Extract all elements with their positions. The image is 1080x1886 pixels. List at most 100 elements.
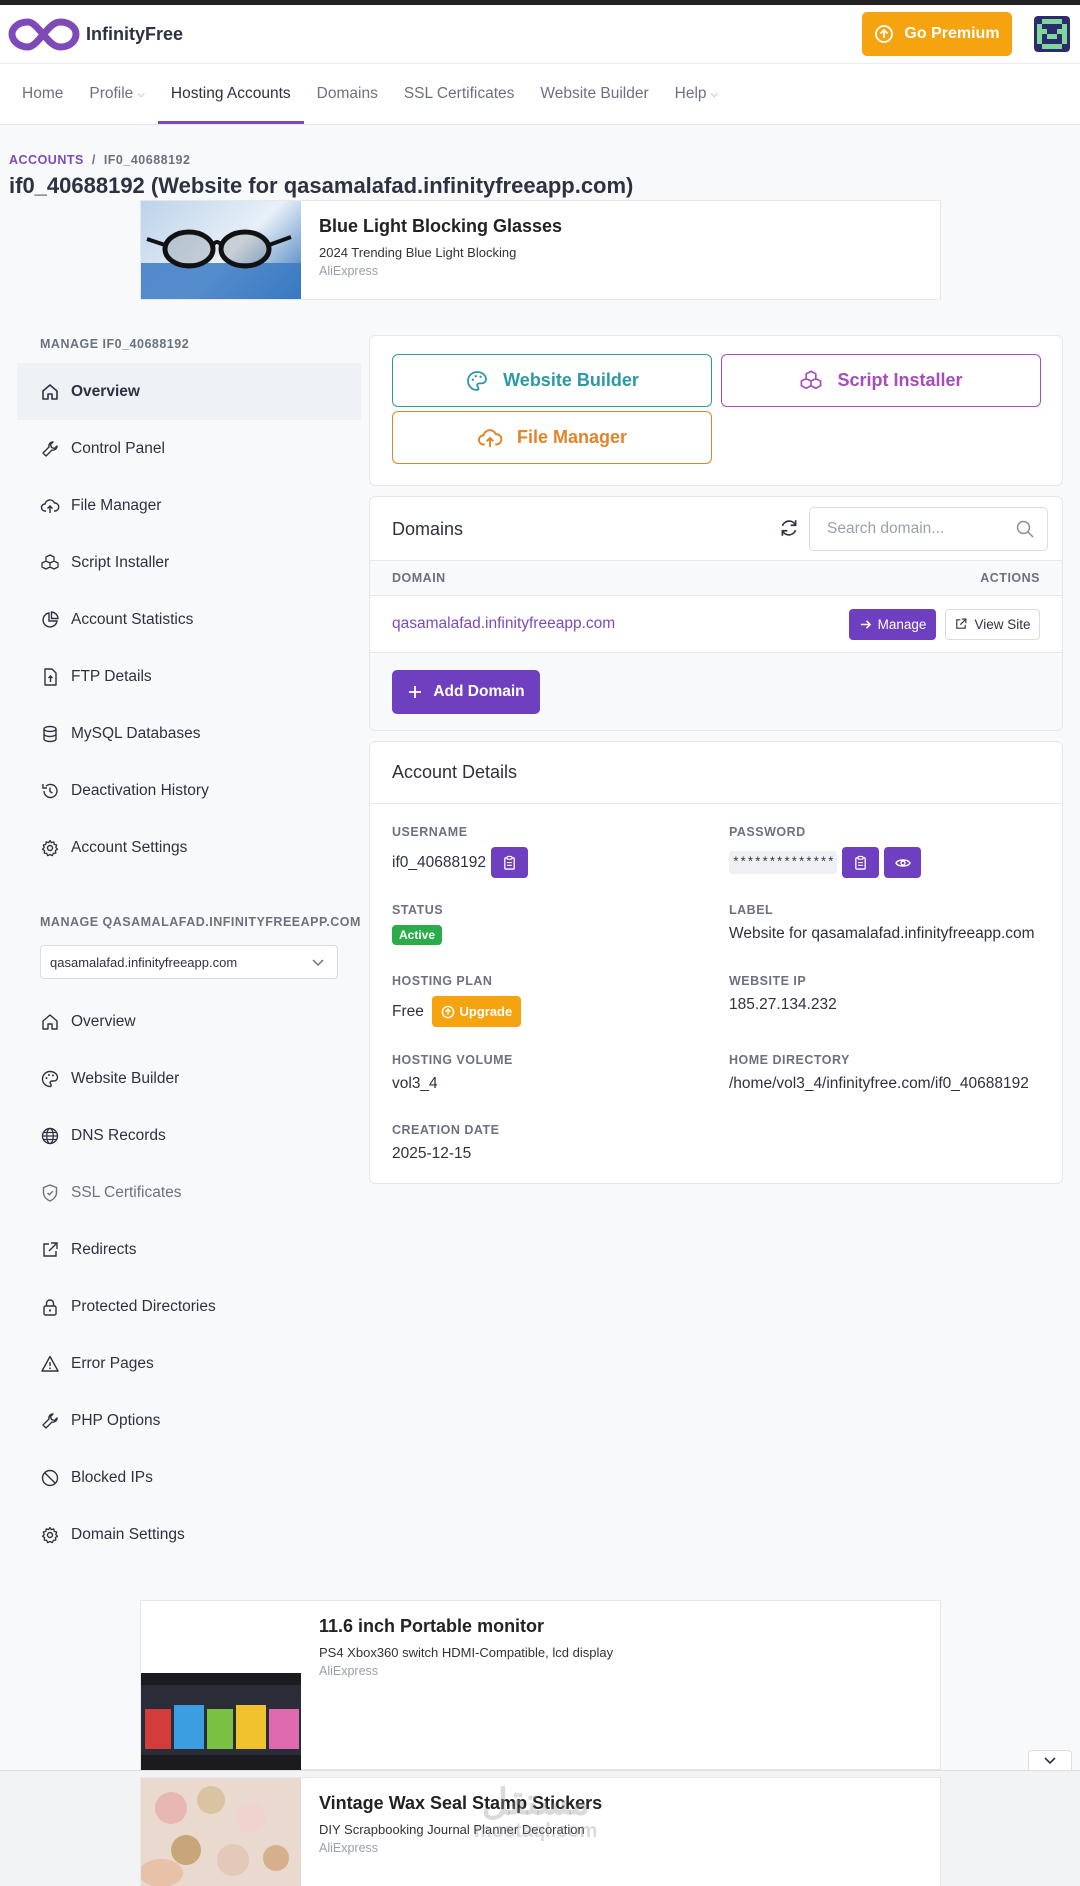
search-icon[interactable]	[1015, 519, 1035, 539]
hosting-plan-label: HOSTING PLAN	[392, 974, 493, 988]
hosting-plan-value: Free	[392, 1002, 424, 1020]
nav-website-builder[interactable]: Website Builder	[527, 64, 661, 124]
domain-select[interactable]: qasamalafad.infinityfreeapp.com	[40, 945, 338, 979]
sidebar-item-blocked-ips[interactable]: Blocked IPs	[17, 1449, 361, 1506]
sidebar-item-domain-overview[interactable]: Overview	[17, 993, 361, 1050]
user-avatar[interactable]	[1034, 16, 1070, 52]
sidebar-item-label: Account Settings	[71, 838, 188, 856]
hosting-plan-field: HOSTING PLAN Free Upgrade	[392, 974, 521, 1027]
sidebar-item-file-manager[interactable]: File Manager	[17, 477, 361, 534]
sidebar-item-ftp-details[interactable]: FTP Details	[17, 648, 361, 705]
breadcrumb-separator: /	[91, 153, 96, 167]
ad-source: AliExpress	[319, 1841, 379, 1855]
hosting-volume-label: HOSTING VOLUME	[392, 1053, 513, 1067]
sidebar-item-php-options[interactable]: PHP Options	[17, 1392, 361, 1449]
watermark-latin: mostaql.com	[474, 1820, 598, 1842]
nav-hosting-accounts-label: Hosting Accounts	[170, 85, 291, 102]
website-ip-label: WEBSITE IP	[729, 974, 807, 988]
refresh-button[interactable]	[778, 517, 800, 544]
nav-ssl-certificates[interactable]: SSL Certificates	[391, 64, 528, 124]
password-field: PASSWORD **************	[729, 825, 922, 878]
nav-ssl-label: SSL Certificates	[403, 85, 515, 102]
account-details-card: Account Details USERNAME if0_40688192 PA…	[369, 741, 1063, 1184]
collapse-ad-button[interactable]	[1028, 1750, 1072, 1770]
manage-button[interactable]: Manage	[849, 608, 936, 640]
watermark-arabic: مستقل	[481, 1781, 590, 1822]
ad-image-glasses	[141, 201, 301, 299]
sidebar-item-label: PHP Options	[71, 1411, 161, 1429]
sidebar-item-control-panel[interactable]: Control Panel	[17, 420, 361, 477]
sidebar-item-label: Website Builder	[71, 1069, 180, 1087]
sidebar-item-script-installer[interactable]: Script Installer	[17, 534, 361, 591]
brand-name: InfinityFree	[86, 23, 184, 44]
sidebar-item-mysql-databases[interactable]: MySQL Databases	[17, 705, 361, 762]
copy-username-button[interactable]	[490, 847, 528, 878]
cubes-icon	[801, 370, 822, 389]
nav-home-label: Home	[22, 85, 64, 102]
sidebar-item-error-pages[interactable]: Error Pages	[17, 1335, 361, 1392]
lock-icon	[43, 1298, 57, 1316]
ad-description: 2024 Trending Blue Light Blocking	[319, 245, 517, 260]
label-value: Website for qasamalafad.infinityfreeapp.…	[729, 925, 1035, 942]
manage-label: Manage	[877, 616, 927, 632]
nav-help-label: Help	[674, 85, 707, 102]
sidebar-item-deactivation-history[interactable]: Deactivation History	[17, 762, 361, 819]
home-directory-label: HOME DIRECTORY	[729, 1053, 850, 1067]
view-site-label: View Site	[974, 616, 1031, 632]
wrench-icon	[42, 1412, 58, 1429]
nav-domains[interactable]: Domains	[304, 64, 391, 124]
sidebar: MANAGE IF0_40688192 Overview Control Pan…	[17, 320, 361, 1563]
sidebar-item-ssl-certificates[interactable]: SSL Certificates	[17, 1164, 361, 1221]
table-row: qasamalafad.infinityfreeapp.com Manage V…	[370, 596, 1062, 653]
nav-home[interactable]: Home	[9, 64, 76, 124]
sidebar-item-label: Account Statistics	[71, 610, 194, 628]
copy-password-button[interactable]	[842, 847, 880, 878]
sidebar-item-protected-directories[interactable]: Protected Directories	[17, 1278, 361, 1335]
go-premium-button[interactable]: Go Premium	[862, 12, 1012, 56]
ad-banner-monitor[interactable]: 11.6 inch Portable monitor PS4 Xbox360 s…	[140, 1600, 941, 1771]
show-password-button[interactable]	[884, 847, 922, 878]
sidebar-item-account-settings[interactable]: Account Settings	[17, 819, 361, 876]
ad-source: AliExpress	[319, 264, 379, 278]
script-installer-button[interactable]: Script Installer	[721, 354, 1041, 407]
palette-icon	[467, 370, 488, 391]
sidebar-item-dns-records[interactable]: DNS Records	[17, 1107, 361, 1164]
domains-card: Domains DOMAIN ACTIONS qasamalafad.infin…	[369, 496, 1063, 731]
sidebar-item-overview[interactable]: Overview	[17, 363, 361, 420]
palette-icon	[41, 1070, 59, 1087]
username-label: USERNAME	[392, 825, 468, 839]
view-site-button[interactable]: View Site	[945, 608, 1040, 640]
domain-search-input[interactable]	[827, 520, 1007, 538]
ad-banner-glasses[interactable]: Blue Light Blocking Glasses 2024 Trendin…	[140, 200, 941, 300]
domain-search-box[interactable]	[809, 507, 1048, 551]
status-label: STATUS	[392, 903, 444, 917]
warning-icon	[41, 1355, 59, 1372]
breadcrumb-accounts[interactable]: ACCOUNTS	[9, 153, 84, 167]
sidebar-item-account-statistics[interactable]: Account Statistics	[17, 591, 361, 648]
breadcrumb: ACCOUNTS / IF0_40688192	[9, 153, 1080, 167]
creation-date-label: CREATION DATE	[392, 1123, 500, 1137]
sidebar-item-label: MySQL Databases	[71, 724, 201, 742]
sidebar-item-website-builder[interactable]: Website Builder	[17, 1050, 361, 1107]
domain-link[interactable]: qasamalafad.infinityfreeapp.com	[392, 615, 615, 633]
domain-select-value: qasamalafad.infinityfreeapp.com	[50, 954, 238, 970]
nav-profile[interactable]: Profile ⌵	[76, 64, 158, 124]
add-domain-area: Add Domain	[370, 653, 1062, 730]
sidebar-item-domain-settings[interactable]: Domain Settings	[17, 1506, 361, 1563]
nav-help[interactable]: Help ⌵	[662, 64, 731, 124]
ad-image-monitor	[141, 1601, 301, 1771]
add-domain-button[interactable]: Add Domain	[392, 670, 540, 714]
upgrade-button[interactable]: Upgrade	[431, 996, 521, 1027]
website-builder-button[interactable]: Website Builder	[392, 354, 712, 407]
col-actions: ACTIONS	[980, 571, 1040, 585]
cloud-upload-icon	[40, 498, 60, 513]
label-label: LABEL	[729, 903, 774, 917]
sidebar-item-redirects[interactable]: Redirects	[17, 1221, 361, 1278]
file-manager-button[interactable]: File Manager	[392, 411, 712, 464]
watermark: مستقل mostaql.com	[474, 1784, 597, 1843]
sidebar-account-heading: MANAGE IF0_40688192	[40, 337, 190, 351]
account-details-title: Account Details	[392, 762, 518, 782]
brand-logo[interactable]: InfinityFree	[8, 14, 183, 54]
upgrade-label: Upgrade	[459, 1004, 513, 1019]
nav-hosting-accounts[interactable]: Hosting Accounts	[157, 64, 304, 124]
